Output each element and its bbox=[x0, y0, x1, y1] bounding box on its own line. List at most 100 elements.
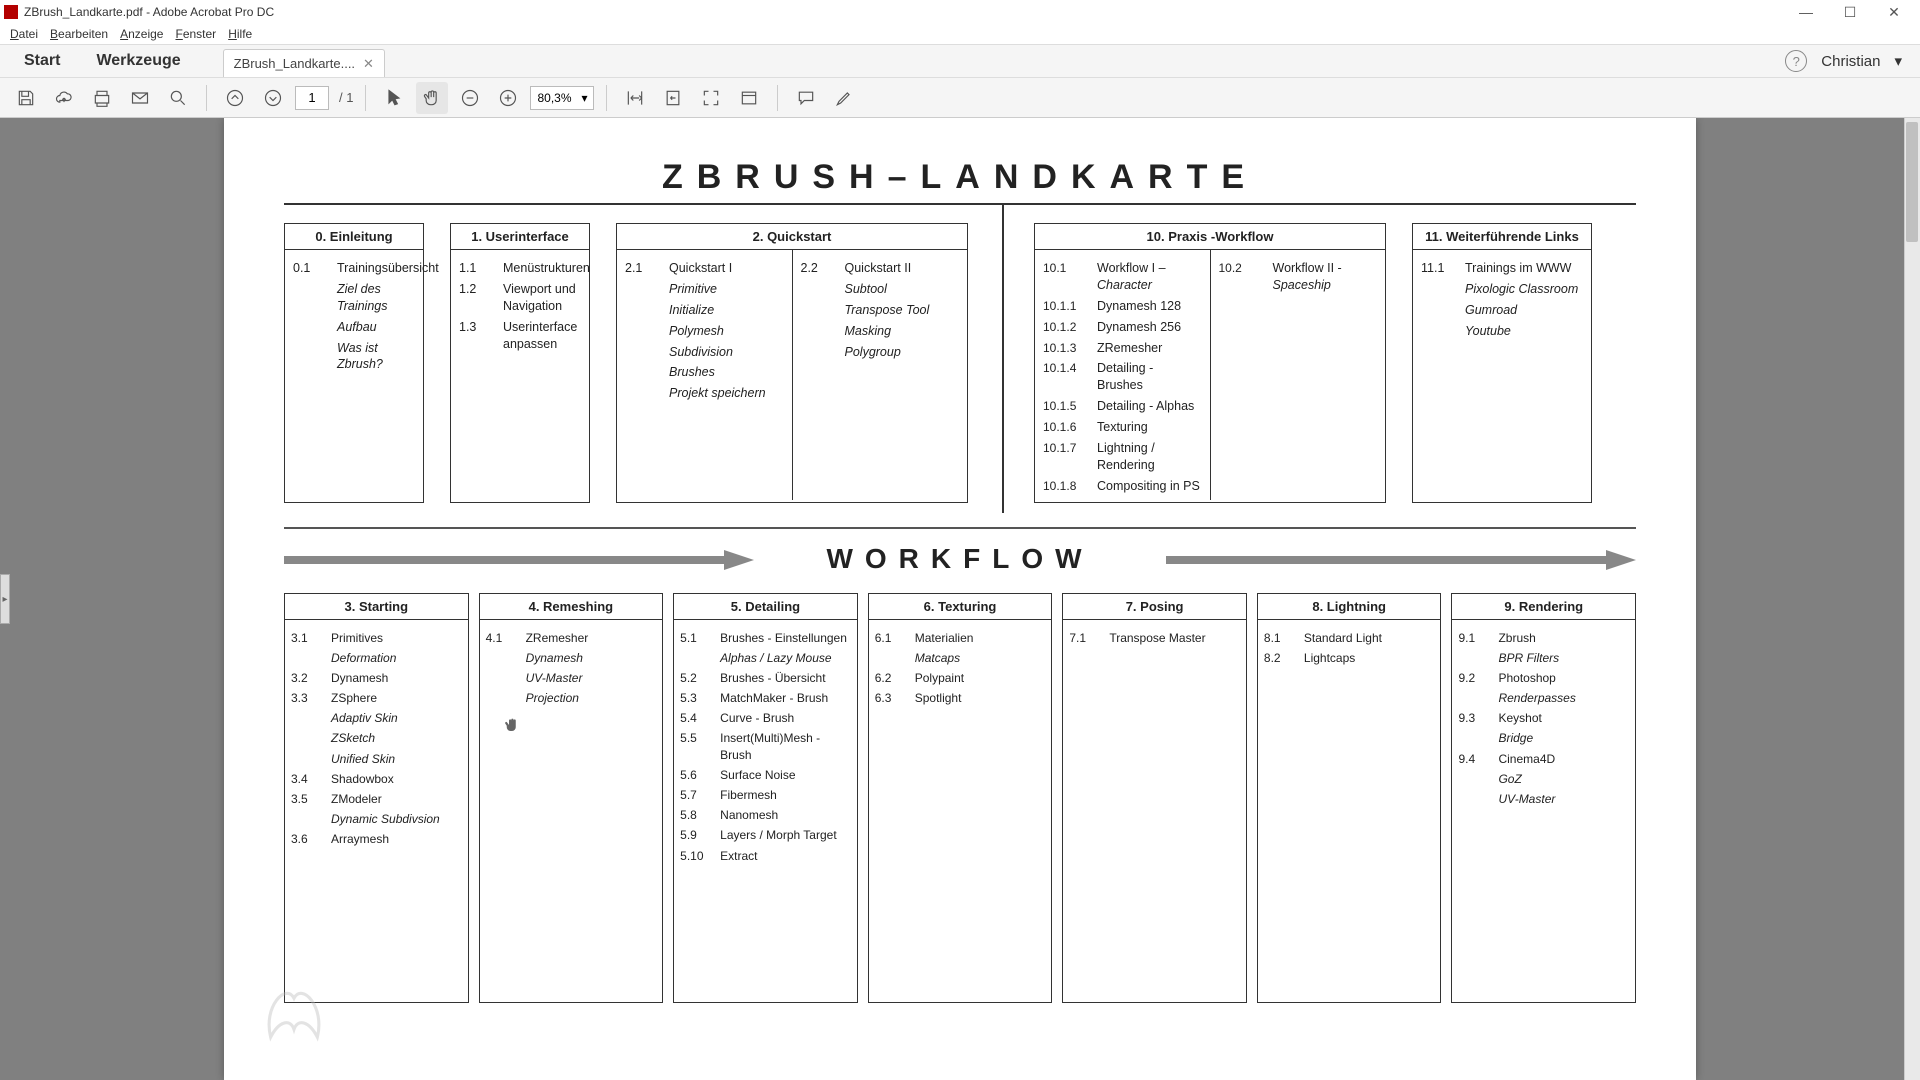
item-number: 10.1.7 bbox=[1043, 440, 1087, 474]
item-number: 9.2 bbox=[1458, 670, 1488, 686]
menu-fenster[interactable]: Fenster bbox=[175, 27, 216, 41]
list-item: 5.5 Insert(Multi)Mesh - Brush bbox=[680, 730, 851, 762]
item-text: Lightcaps bbox=[1304, 650, 1355, 666]
print-icon[interactable] bbox=[86, 82, 118, 114]
list-item: 3.2 Dynamesh bbox=[291, 670, 462, 686]
item-text: Primitives bbox=[331, 630, 383, 646]
top-row: 0. Einleitung 0.1 Trainingsübersicht x Z… bbox=[284, 223, 1636, 503]
workflow-box: 7. Posing 7.1 Transpose Master bbox=[1062, 593, 1247, 1003]
item-number: 9.4 bbox=[1458, 751, 1488, 767]
item-number: 1.1 bbox=[459, 260, 493, 277]
list-item: 2.2 Quickstart II bbox=[801, 260, 960, 277]
fit-width-icon[interactable] bbox=[619, 82, 651, 114]
tab-close-icon[interactable]: ✕ bbox=[363, 56, 374, 72]
workflow-heading: WORKFLOW bbox=[284, 543, 1636, 575]
zoom-out-icon[interactable] bbox=[454, 82, 486, 114]
list-item: x Pixologic Classroom bbox=[1421, 281, 1583, 298]
item-number: 8.1 bbox=[1264, 630, 1294, 646]
box-heading: 7. Posing bbox=[1063, 594, 1246, 620]
search-icon[interactable] bbox=[162, 82, 194, 114]
menu-bearbeiten[interactable]: Bearbeiten bbox=[50, 27, 108, 41]
user-menu-caret-icon[interactable]: ▾ bbox=[1894, 52, 1902, 70]
page-number-input[interactable] bbox=[295, 86, 329, 110]
cloud-icon[interactable] bbox=[48, 82, 80, 114]
scrollbar-thumb[interactable] bbox=[1906, 122, 1918, 242]
list-item: 10.1 Workflow I – Character bbox=[1043, 260, 1202, 294]
item-text: Alphas / Lazy Mouse bbox=[720, 650, 831, 666]
fit-page-icon[interactable] bbox=[657, 82, 689, 114]
item-number: 3.5 bbox=[291, 791, 321, 807]
help-icon[interactable]: ? bbox=[1785, 50, 1807, 72]
item-text: Dynamesh bbox=[331, 670, 388, 686]
list-item: 10.1.1 Dynamesh 128 bbox=[1043, 298, 1202, 315]
item-text: Transpose Master bbox=[1109, 630, 1205, 646]
list-item: x Polymesh bbox=[625, 323, 784, 340]
hand-icon[interactable] bbox=[416, 82, 448, 114]
list-item: 3.1 Primitives bbox=[291, 630, 462, 646]
item-text: Viewport und Navigation bbox=[503, 281, 581, 315]
item-number: 3.1 bbox=[291, 630, 321, 646]
item-number: 8.2 bbox=[1264, 650, 1294, 666]
tab-tools[interactable]: Werkzeuge bbox=[78, 45, 198, 77]
side-panel-toggle[interactable]: ▸ bbox=[0, 574, 10, 624]
list-item: 2.1 Quickstart I bbox=[625, 260, 784, 277]
pointer-icon[interactable] bbox=[378, 82, 410, 114]
item-number: 5.10 bbox=[680, 848, 710, 864]
box-heading: 2. Quickstart bbox=[617, 224, 967, 250]
app-icon bbox=[4, 5, 18, 19]
list-item: x Gumroad bbox=[1421, 302, 1583, 319]
comment-icon[interactable] bbox=[790, 82, 822, 114]
scrollbar[interactable] bbox=[1904, 118, 1920, 1080]
list-item: 5.1 Brushes - Einstellungen bbox=[680, 630, 851, 646]
toolbar: / 1 80,3%▾ bbox=[0, 78, 1920, 118]
menu-anzeige[interactable]: Anzeige bbox=[120, 27, 163, 41]
item-text: Dynamesh bbox=[526, 650, 583, 666]
item-text: Workflow I – Character bbox=[1097, 260, 1202, 294]
fullscreen-icon[interactable] bbox=[695, 82, 727, 114]
user-name[interactable]: Christian bbox=[1821, 53, 1880, 70]
list-item: 10.1.4 Detailing - Brushes bbox=[1043, 360, 1202, 394]
tab-document-label: ZBrush_Landkarte.... bbox=[234, 56, 355, 71]
zoom-level[interactable]: 80,3%▾ bbox=[530, 86, 594, 110]
workflow-box: 6. Texturing 6.1 Materialien x Matcaps 6… bbox=[868, 593, 1053, 1003]
list-item: x Subtool bbox=[801, 281, 960, 298]
list-item: x Initialize bbox=[625, 302, 784, 319]
reading-mode-icon[interactable] bbox=[733, 82, 765, 114]
tab-start[interactable]: Start bbox=[6, 45, 78, 77]
minimize-button[interactable]: — bbox=[1784, 0, 1828, 24]
list-item: 5.7 Fibermesh bbox=[680, 787, 851, 803]
close-button[interactable]: ✕ bbox=[1872, 0, 1916, 24]
mail-icon[interactable] bbox=[124, 82, 156, 114]
list-item: x Adaptiv Skin bbox=[291, 710, 462, 726]
list-item: 9.4 Cinema4D bbox=[1458, 751, 1629, 767]
menu-hilfe[interactable]: Hilfe bbox=[228, 27, 252, 41]
item-number: 6.1 bbox=[875, 630, 905, 646]
item-text: Transpose Tool bbox=[845, 302, 930, 319]
list-item: x Dynamic Subdivsion bbox=[291, 811, 462, 827]
item-number: 10.1.4 bbox=[1043, 360, 1087, 394]
page-down-icon[interactable] bbox=[257, 82, 289, 114]
item-number: 10.1.5 bbox=[1043, 398, 1087, 415]
save-icon[interactable] bbox=[10, 82, 42, 114]
item-text: Aufbau bbox=[337, 319, 377, 336]
tab-strip: Start Werkzeuge ZBrush_Landkarte.... ✕ ?… bbox=[0, 44, 1920, 78]
tab-document[interactable]: ZBrush_Landkarte.... ✕ bbox=[223, 49, 385, 77]
highlight-icon[interactable] bbox=[828, 82, 860, 114]
menu-datei[interactable]: Datei bbox=[10, 27, 38, 41]
maximize-button[interactable]: ☐ bbox=[1828, 0, 1872, 24]
zoom-in-icon[interactable] bbox=[492, 82, 524, 114]
item-number: 9.1 bbox=[1458, 630, 1488, 646]
list-item: x GoZ bbox=[1458, 771, 1629, 787]
list-item: 5.8 Nanomesh bbox=[680, 807, 851, 823]
item-text: Extract bbox=[720, 848, 757, 864]
item-text: Curve - Brush bbox=[720, 710, 794, 726]
box-heading: 11. Weiterführende Links bbox=[1413, 224, 1591, 250]
item-text: UV-Master bbox=[526, 670, 583, 686]
list-item: 9.2 Photoshop bbox=[1458, 670, 1629, 686]
arrow-left-icon bbox=[284, 553, 754, 567]
workflow-box: 9. Rendering 9.1 Zbrush x BPR Filters 9.… bbox=[1451, 593, 1636, 1003]
item-number: 3.2 bbox=[291, 670, 321, 686]
document-viewport[interactable]: ▸ ZBRUSH–LANDKARTE 0. Einleitung 0.1 Tra… bbox=[0, 118, 1920, 1080]
divider bbox=[284, 203, 1636, 205]
page-up-icon[interactable] bbox=[219, 82, 251, 114]
